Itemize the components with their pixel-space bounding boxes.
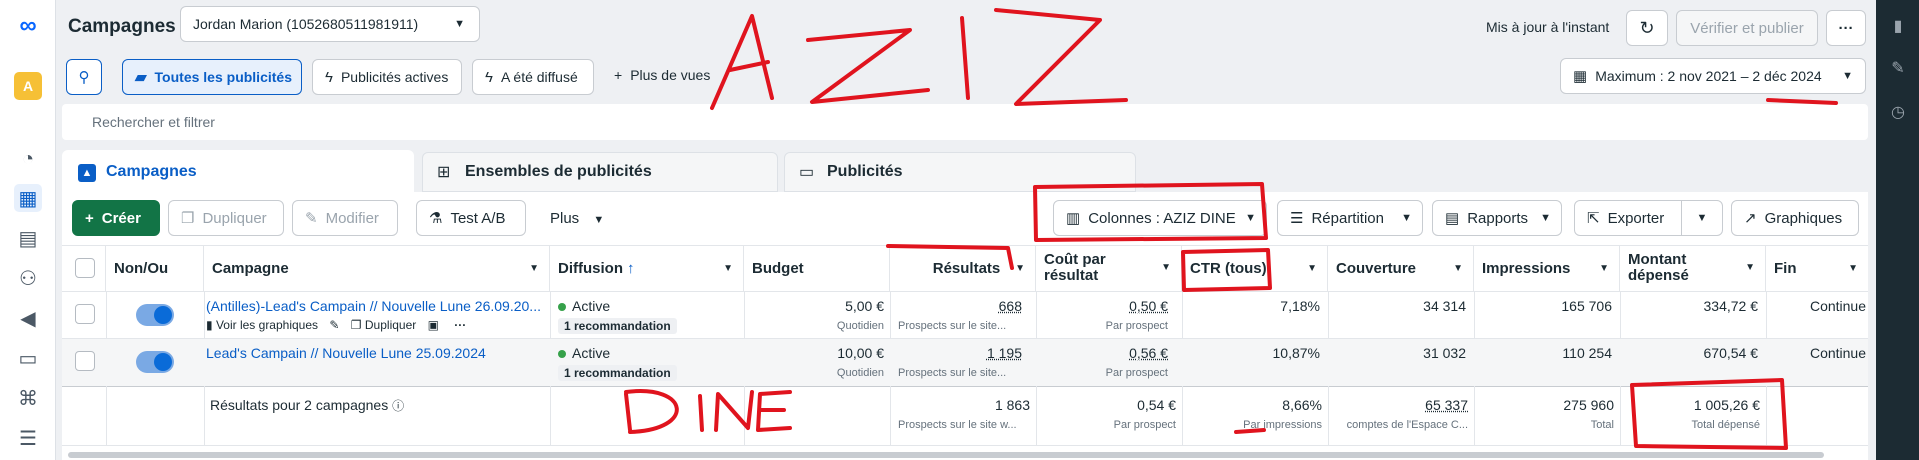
annotation-letter-n bbox=[714, 390, 754, 432]
annotation-letter-e bbox=[756, 390, 792, 432]
annotation-letter-i2 bbox=[698, 394, 704, 432]
annotation-letter-z2 bbox=[994, 8, 1128, 106]
annotation-letter-d bbox=[624, 389, 679, 434]
date-underline bbox=[1766, 98, 1838, 105]
columns-highlight-box bbox=[1033, 182, 1268, 242]
results-underline bbox=[886, 244, 1014, 270]
spent-highlight-box bbox=[1630, 378, 1788, 450]
annotation-letter-a bbox=[710, 14, 774, 110]
annotation-overlay bbox=[624, 8, 1838, 450]
annotation-letter-z bbox=[806, 28, 930, 104]
annotation-letter-i bbox=[960, 16, 970, 100]
ctr-highlight-box bbox=[1181, 248, 1272, 292]
ctr-underline bbox=[1234, 428, 1266, 434]
